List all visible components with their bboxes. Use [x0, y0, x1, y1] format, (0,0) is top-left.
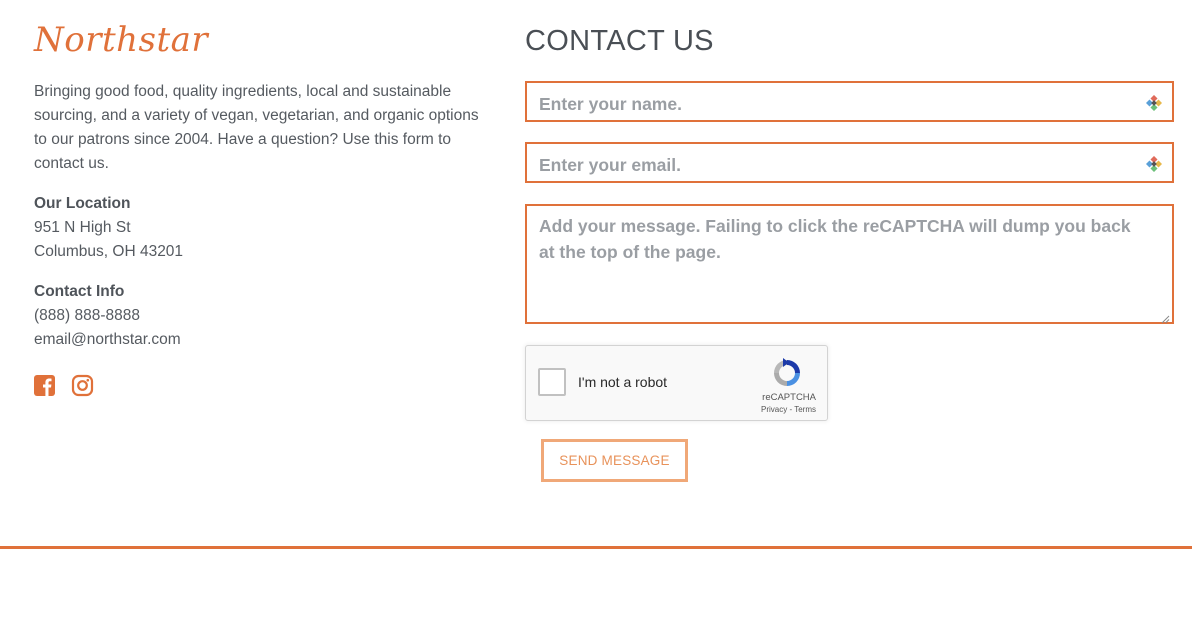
- contact-info-block: Contact Info (888) 888-8888 email@norths…: [34, 280, 181, 352]
- recaptcha-links[interactable]: Privacy - Terms: [526, 405, 816, 414]
- message-placeholder: Add your message. Failing to click the r…: [539, 216, 1131, 262]
- address-line-2: Columbus, OH 43201: [34, 243, 184, 260]
- email-placeholder: Enter your email.: [539, 155, 681, 175]
- recaptcha-logo-icon: [770, 356, 804, 390]
- send-message-button[interactable]: SEND MESSAGE: [541, 439, 688, 482]
- facebook-icon[interactable]: [33, 374, 56, 397]
- phone-number: (888) 888-8888: [34, 307, 140, 324]
- message-textarea[interactable]: Add your message. Failing to click the r…: [525, 204, 1174, 324]
- resize-handle-icon[interactable]: [1161, 311, 1170, 324]
- footer-divider: [0, 546, 1192, 549]
- password-manager-icon[interactable]: [1145, 155, 1163, 173]
- contact-title: CONTACT US: [525, 25, 714, 57]
- name-input[interactable]: Enter your name.: [525, 81, 1174, 122]
- about-text: Bringing good food, quality ingredients,…: [34, 83, 479, 172]
- password-manager-icon[interactable]: [1145, 94, 1163, 112]
- recaptcha-widget: I'm not a robot reCAPTCHA Privacy - Term…: [525, 345, 828, 421]
- recaptcha-brand: reCAPTCHA: [762, 392, 816, 403]
- location-heading: Our Location: [34, 195, 131, 212]
- instagram-icon[interactable]: [71, 374, 94, 397]
- site-logo[interactable]: Northstar: [34, 20, 208, 60]
- social-links: [33, 374, 94, 397]
- recaptcha-label: I'm not a robot: [578, 374, 668, 390]
- email-address: email@northstar.com: [34, 331, 181, 348]
- address-line-1: 951 N High St: [34, 219, 131, 236]
- name-placeholder: Enter your name.: [539, 94, 682, 114]
- contact-info-heading: Contact Info: [34, 283, 125, 300]
- location-block: Our Location 951 N High St Columbus, OH …: [34, 192, 183, 264]
- email-input[interactable]: Enter your email.: [525, 142, 1174, 183]
